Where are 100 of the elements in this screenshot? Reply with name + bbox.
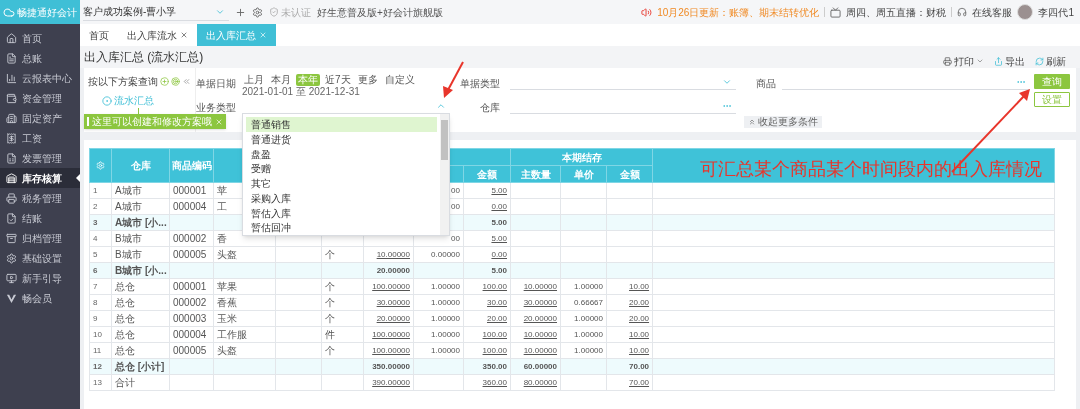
chevron-down-icon [976,57,984,65]
table-cell: 总仓 [115,345,135,356]
table-cell: 000002 [173,297,207,308]
date-preset[interactable]: 本月 [269,74,293,86]
receipt-icon [6,132,17,144]
row-number: 10 [89,326,112,343]
column-header: 金额 [463,165,511,183]
dropdown-option[interactable]: 其它 [246,176,437,191]
table-cell: 000002 [173,233,207,244]
row-number: 3 [89,214,112,231]
table-cell: 苹 [217,185,227,196]
tv-icon [830,6,842,18]
date-preset[interactable]: 上月 [242,74,266,86]
collapse-left-icon[interactable] [182,77,191,86]
table-cell: B城市 [115,233,142,244]
print-button[interactable]: 打印 [943,53,984,69]
row-number: 12 [89,358,112,375]
date-range: 2021-01-01 至 2021-12-31 [242,86,361,97]
sidebar-item[interactable]: 云报表中心 [0,68,80,88]
dropdown-option[interactable]: 受赠 [246,161,437,177]
table-cell: 000005 [173,249,207,260]
sidebar-item[interactable]: 发票管理 [0,148,80,168]
sidebar-item[interactable]: 归档管理 [0,228,80,248]
table-cell: 1.00000 [574,329,603,339]
dropdown-option[interactable]: 暂估回冲 [246,220,437,236]
table-cell: 00 [451,233,460,243]
table-cell: 总仓 [115,281,135,292]
close-icon[interactable] [180,31,188,39]
table-cell: 1.00000 [574,345,603,355]
wallet-icon [6,92,17,104]
export-button[interactable]: 导出 [994,53,1025,69]
live-notice[interactable]: 周四、周五直播：财税 [846,4,947,20]
sidebar-item[interactable]: 固定资产 [0,108,80,128]
row-number: 7 [89,278,112,295]
table-cell: 玉米 [217,313,237,324]
page-tab[interactable]: 首页 [80,24,118,46]
amount-link[interactable]: 5.00 [491,233,507,243]
sidebar-item[interactable]: 新手引导 [0,268,80,288]
company-select[interactable]: 客户成功案例-曹小孚 [83,3,229,21]
amount-link[interactable]: 0.00 [491,201,507,211]
user-name[interactable]: 李四代1 [1038,4,1074,20]
sidebar-item[interactable]: 资金管理 [0,88,80,108]
sidebar-item[interactable]: 税务管理 [0,188,80,208]
column-group-header: 本期结存 [510,148,653,166]
page-title: 出入库汇总 (流水汇总) [84,49,204,66]
table-cell: 350.00000 [372,361,410,371]
add-icon[interactable] [160,77,169,86]
settings-icon[interactable] [252,6,263,18]
support-link[interactable]: 在线客服 [972,4,1013,20]
table-cell: 1.00000 [431,281,460,291]
amount-link[interactable]: 5.00 [491,185,507,195]
row-number: 9 [89,310,112,327]
row-number: 4 [89,230,112,247]
tip-text: 这里可以创建和修改方案哦 [92,115,212,129]
house-icon [6,32,17,44]
chart-icon [6,72,17,84]
row-number: 5 [89,246,112,263]
dropdown-option[interactable]: 采购入库 [246,191,437,206]
table-cell: 1.00000 [431,313,460,323]
table-cell: A城市 [115,201,142,212]
row-number: 2 [89,198,112,215]
table-cell: 00 [451,185,460,195]
dropdown-option[interactable]: 普通销售 [246,117,437,132]
column-header: 主数量 [510,165,561,183]
dropdown-option[interactable]: 暂估入库 [246,205,437,221]
sidebar-item[interactable]: 工资 [0,128,80,148]
table-cell: 个 [325,249,335,260]
date-preset[interactable]: 近7天 [323,74,353,86]
sidebar-item[interactable]: 畅会员 [0,288,80,308]
dropdown-option[interactable]: 盘盈 [246,146,437,162]
table-cell: 头盔 [217,249,237,260]
field-label: 单据日期 [196,77,237,91]
table-cell: 60.00000 [523,361,557,371]
amount-link[interactable]: 0.00 [491,249,507,259]
avatar[interactable] [1017,4,1034,20]
shield-icon [269,7,279,17]
scrollbar[interactable] [440,114,449,235]
table-cell: 1.00000 [574,281,603,291]
scroll-thumb[interactable] [441,120,448,160]
collapse-conditions-button[interactable]: 收起更多条件 [744,116,822,128]
headset-icon [957,7,968,17]
table-cell: 1.00000 [431,345,460,355]
row-number: 13 [89,374,112,391]
table-cell: B城市 [小... [115,265,167,276]
date-preset[interactable]: 更多 [355,74,380,86]
sidebar-item[interactable]: 总账 [0,48,80,68]
sidebar-item[interactable]: 基础设置 [0,248,80,268]
table-cell: 香蕉 [217,297,237,308]
page-tab[interactable]: 出入库流水 [118,24,197,46]
target-icon[interactable] [171,77,180,86]
sidebar-item[interactable]: 首页 [0,28,80,48]
dropdown-option[interactable]: 普通进货 [246,131,437,147]
date-preset[interactable]: 自定义 [382,74,417,86]
table-cell: 000004 [173,201,207,212]
close-icon[interactable] [215,117,223,126]
sidebar-item[interactable]: 结账 [0,208,80,228]
plus-icon[interactable] [235,6,246,18]
printer-icon [943,56,952,66]
sidebar-item[interactable]: 库存核算 [0,168,80,188]
refresh-button[interactable]: 刷新 [1035,53,1066,69]
